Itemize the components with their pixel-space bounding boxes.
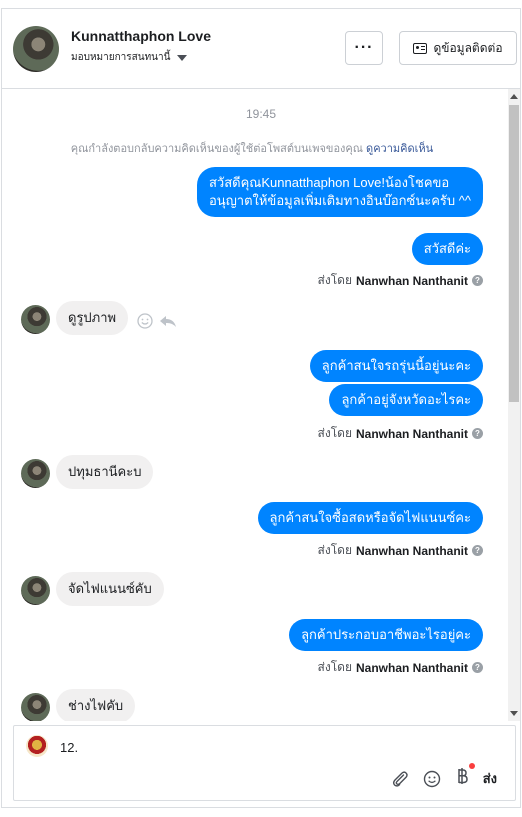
id-card-icon (413, 42, 428, 54)
contact-name[interactable]: Kunnatthaphon Love (71, 28, 211, 44)
reply-icon[interactable] (159, 313, 177, 329)
view-contact-label: ดูข้อมูลติดต่อ (433, 40, 503, 55)
question-icon[interactable]: ? (472, 662, 483, 673)
contact-avatar-small (21, 576, 50, 605)
conversation-panel: Kunnatthaphon Love มอบหมายการสนทนานี้ ··… (1, 8, 521, 808)
paperclip-icon[interactable] (391, 770, 409, 788)
more-options-button[interactable]: ··· (345, 31, 383, 65)
comment-reply-notice: คุณกำลังตอบกลับความคิดเห็นของผู้ใช้ต่อโพ… (2, 139, 502, 157)
incoming-message[interactable]: ช่างไฟคับ (56, 689, 136, 721)
sender-name: Nanwhan Nanthanit (355, 660, 468, 675)
message-input[interactable]: 12. (60, 740, 78, 755)
scroll-thumb[interactable] (509, 105, 519, 402)
outgoing-message: ลูกค้าอยู่จังหวัดอะไรคะ (329, 384, 483, 416)
outgoing-message: สวัสดีคุณKunnatthaphon Love!น้องโชคขออนุ… (197, 167, 483, 217)
question-icon[interactable]: ? (472, 545, 483, 556)
sent-by-label: ส่งโดย Nanwhan Nanthanit ? (318, 658, 483, 677)
incoming-message[interactable]: ปทุมธานีคะบ (56, 455, 154, 489)
incoming-message[interactable]: ดูรูปภาพ (56, 301, 129, 335)
sender-name: Nanwhan Nanthanit (355, 426, 468, 441)
notice-text: คุณกำลังตอบกลับความคิดเห็นของผู้ใช้ต่อโพ… (70, 143, 363, 155)
send-button[interactable]: ส่ง (483, 768, 497, 789)
question-icon[interactable]: ? (472, 275, 483, 286)
notification-dot (468, 763, 475, 769)
sent-by-label: ส่งโดย Nanwhan Nanthanit ? (318, 271, 483, 290)
baht-icon (457, 768, 468, 784)
question-icon[interactable]: ? (472, 428, 483, 439)
smiley-icon[interactable] (137, 313, 153, 329)
sent-by-prefix: ส่งโดย (317, 426, 352, 440)
sender-name: Nanwhan Nanthanit (355, 543, 468, 558)
conversation-header: Kunnatthaphon Love มอบหมายการสนทนานี้ ··… (2, 9, 520, 89)
chat-scrollbar[interactable] (508, 89, 520, 721)
outgoing-message: ลูกค้าประกอบอาชีพอะไรอยู่คะ (289, 619, 483, 651)
sent-by-label: ส่งโดย Nanwhan Nanthanit ? (318, 424, 483, 443)
composer-toolbar: ส่ง (391, 763, 497, 790)
outgoing-message: สวัสดีค่ะ (411, 233, 483, 265)
emoji-icon[interactable] (423, 770, 441, 788)
scroll-up-icon[interactable] (510, 94, 518, 99)
contact-avatar-small (21, 693, 50, 721)
outgoing-message: ลูกค้าสนใจซื้อสดหรือจัดไฟแนนซ์คะ (257, 502, 483, 534)
message-actions (137, 313, 177, 329)
scroll-down-icon[interactable] (510, 711, 518, 716)
contact-avatar[interactable] (13, 26, 59, 72)
contact-avatar-small (21, 305, 50, 334)
sent-by-prefix: ส่งโดย (317, 273, 352, 287)
view-comment-link[interactable]: ดูความคิดเห็น (366, 143, 433, 155)
incoming-message[interactable]: จัดไฟแนนซ์คับ (56, 572, 164, 606)
assign-label: มอบหมายการสนทนานี้ (71, 52, 171, 63)
payment-button[interactable] (455, 763, 475, 790)
page-avatar (26, 735, 48, 757)
caret-down-icon (177, 54, 188, 61)
outgoing-message: ลูกค้าสนใจรถรุ่นนี้อยู่นะคะ (309, 350, 483, 382)
message-composer[interactable]: 12. ส่ง (13, 725, 516, 801)
contact-avatar-small (21, 459, 50, 488)
sent-by-prefix: ส่งโดย (317, 543, 352, 557)
sender-name: Nanwhan Nanthanit (355, 273, 468, 288)
assign-conversation-dropdown[interactable]: มอบหมายการสนทนานี้ (71, 50, 188, 65)
timestamp: 19:45 (245, 107, 277, 121)
sent-by-prefix: ส่งโดย (317, 660, 352, 674)
message-list[interactable]: 19:45 คุณกำลังตอบกลับความคิดเห็นของผู้ใช… (2, 89, 520, 721)
sent-by-label: ส่งโดย Nanwhan Nanthanit ? (318, 541, 483, 560)
view-contact-button[interactable]: ดูข้อมูลติดต่อ (399, 31, 517, 65)
